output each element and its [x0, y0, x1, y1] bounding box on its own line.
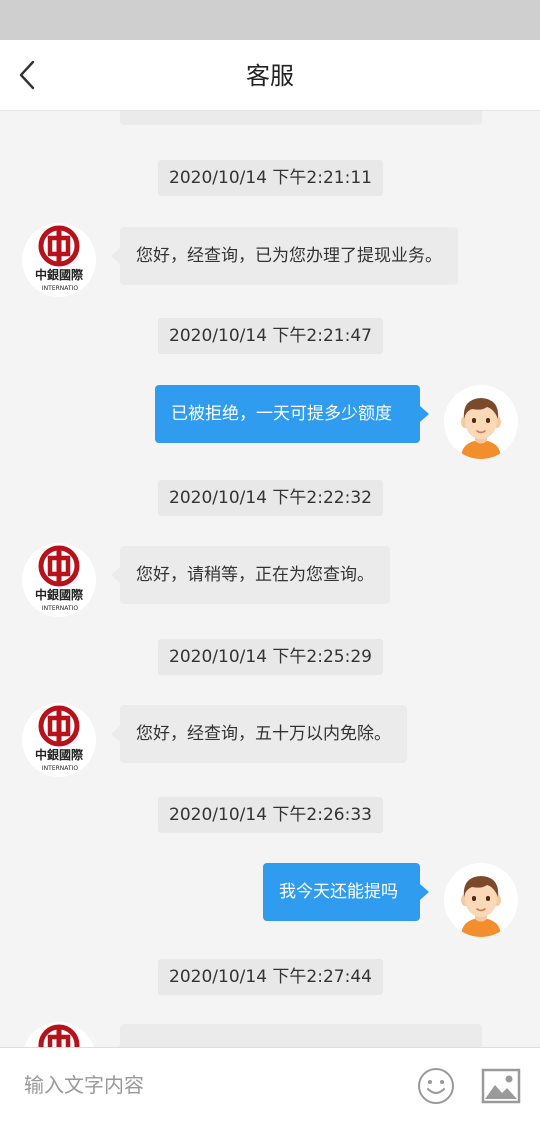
partial-message [120, 111, 482, 125]
message-bubble-incoming[interactable]: 您好，请稍等，正在为您查询。 [111, 546, 390, 604]
message-bubble-incoming[interactable]: 您好，经查询，已为您办理了提现业务。 [111, 227, 458, 285]
image-button[interactable] [481, 1068, 521, 1104]
bank-logo-subtext: INTERNATIO [42, 285, 78, 292]
bank-logo-text: 中銀國際 [35, 267, 84, 282]
bank-logo-icon: 中銀國際 INTERNATIO [35, 705, 84, 772]
bank-avatar[interactable]: 中銀國際 INTERNATIO [22, 703, 96, 777]
bank-logo-icon: 中銀國際 INTERNATIO [35, 545, 84, 612]
message-bubble-incoming-partial[interactable] [111, 1024, 482, 1047]
input-bar [0, 1047, 540, 1123]
chat-area[interactable]: 2020/10/14 下午2:21:11 中銀國際 INTERNATIO 您好，… [0, 111, 540, 1047]
user-face-icon [461, 876, 501, 937]
timestamp: 2020/10/14 下午2:26:33 [158, 797, 383, 833]
message-input[interactable] [22, 1062, 396, 1108]
image-icon [481, 1068, 521, 1104]
bank-avatar-partial[interactable] [22, 1022, 96, 1047]
bank-avatar[interactable]: 中銀國際 INTERNATIO [22, 223, 96, 297]
header-bar: 客服 [0, 40, 540, 111]
page-title: 客服 [246, 62, 294, 90]
user-face-icon [461, 398, 501, 459]
message-bubble-incoming[interactable]: 您好，经查询，五十万以内免除。 [111, 705, 407, 763]
message-bubble-outgoing[interactable]: 我今天还能提吗 [263, 863, 429, 921]
timestamp: 2020/10/14 下午2:21:47 [158, 318, 383, 354]
bank-logo-text: 中銀國際 [35, 587, 84, 602]
user-avatar[interactable] [444, 385, 518, 459]
timestamp: 2020/10/14 下午2:21:11 [158, 160, 383, 196]
user-avatar[interactable] [444, 863, 518, 937]
bank-logo-subtext: INTERNATIO [42, 765, 78, 772]
bank-logo-icon [38, 1024, 80, 1047]
emoji-button[interactable] [416, 1066, 456, 1106]
bank-logo-subtext: INTERNATIO [42, 605, 78, 612]
bank-logo-icon: 中銀國際 INTERNATIO [35, 225, 84, 292]
bank-logo-text: 中銀國際 [35, 747, 84, 762]
bank-avatar[interactable]: 中銀國際 INTERNATIO [22, 543, 96, 617]
timestamp: 2020/10/14 下午2:25:29 [158, 639, 383, 675]
timestamp: 2020/10/14 下午2:22:32 [158, 480, 383, 516]
message-bubble-outgoing[interactable]: 已被拒绝，一天可提多少额度 [155, 385, 429, 443]
status-bar [0, 0, 540, 40]
emoji-icon [418, 1068, 454, 1104]
timestamp: 2020/10/14 下午2:27:44 [158, 959, 383, 995]
